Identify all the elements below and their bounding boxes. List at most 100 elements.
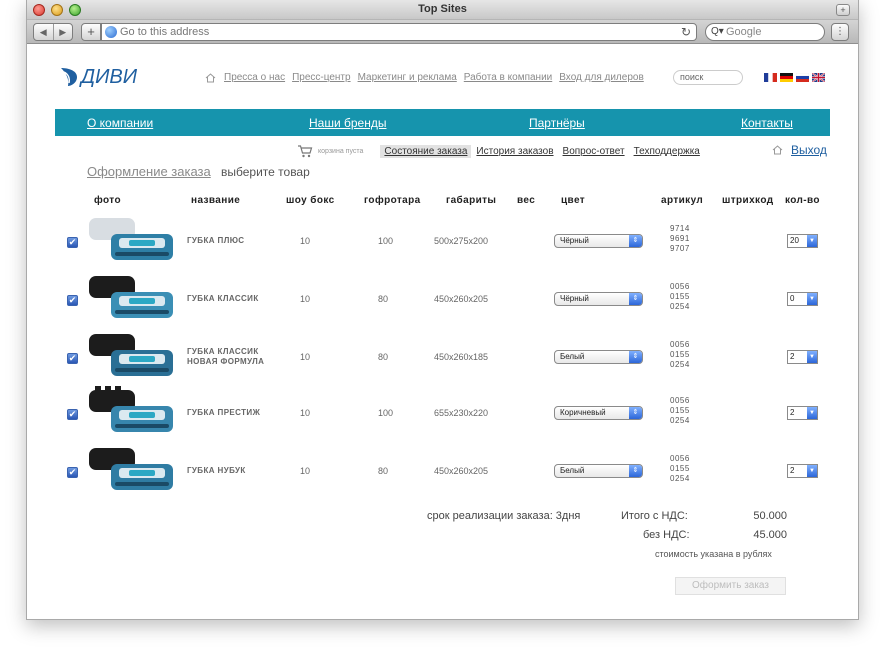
account-subnav: корзина пуста Состояние заказа История з… [297, 143, 705, 159]
link-careers[interactable]: Работа в компании [464, 72, 552, 83]
color-select[interactable]: Чёрный ⇕ [554, 234, 643, 248]
col-photo: фото [94, 195, 121, 206]
nav-contacts[interactable]: Контакты [741, 116, 793, 130]
quantity-value: 2 [790, 352, 795, 361]
flag-de-icon[interactable] [780, 73, 793, 82]
flag-fr-icon[interactable] [764, 73, 777, 82]
window-title: Top Sites [418, 3, 467, 15]
color-selected: Чёрный [560, 236, 589, 245]
link-marketing[interactable]: Маркетинг и реклама [358, 72, 457, 83]
color-selected: Белый [560, 352, 585, 361]
link-press-about[interactable]: Пресса о нас [224, 72, 285, 83]
chevron-updown-icon: ⇕ [629, 235, 642, 247]
toolbar-toggle-button[interactable]: + [836, 4, 850, 16]
site-logo[interactable]: ДИВИ [59, 63, 137, 91]
select-checkbox[interactable]: ✔ [67, 237, 78, 248]
article-code: 0056 [670, 340, 690, 349]
total-vat-value: 50.000 [753, 510, 787, 522]
color-selected: Коричневый [560, 408, 606, 417]
site-search-input[interactable]: поиск [673, 70, 743, 85]
product-image [89, 276, 173, 318]
tab-order-history[interactable]: История заказов [472, 145, 557, 158]
reload-icon[interactable]: ↻ [681, 24, 691, 40]
quantity-select[interactable]: 2 ▼ [787, 406, 818, 420]
color-select[interactable]: Белый ⇕ [554, 464, 643, 478]
product-name: ГУБКА ПЛЮС [187, 236, 244, 246]
forward-button[interactable]: ▶ [52, 24, 73, 40]
logout-link[interactable]: Выход [791, 143, 827, 157]
select-checkbox[interactable]: ✔ [67, 409, 78, 420]
article-code: 0155 [670, 292, 690, 301]
quantity-value: 20 [790, 236, 799, 245]
logo-text: ДИВИ [81, 65, 138, 88]
browser-window: Top Sites + ◀ ▶ + Go to this address ↻ Q… [26, 0, 859, 620]
order-term: срок реализации заказа: 3дня [427, 510, 581, 522]
article-code: 0254 [670, 416, 690, 425]
nav-brands[interactable]: Наши бренды [309, 116, 386, 130]
total-vat-label: Итого с НДС: [621, 510, 688, 522]
home-icon[interactable] [772, 145, 783, 155]
top-links: Пресса о нас Пресс-центр Маркетинг и рек… [205, 72, 651, 83]
chevron-updown-icon: ⇕ [629, 293, 642, 305]
article-code: 0254 [670, 474, 690, 483]
search-icon: Q▾ [711, 26, 724, 37]
select-checkbox[interactable]: ✔ [67, 467, 78, 478]
bookmarks-menu-button[interactable]: ⋮ [831, 23, 849, 41]
globe-icon [105, 26, 117, 38]
flag-gb-icon[interactable] [812, 73, 825, 82]
exit-area: Выход [772, 143, 827, 157]
quantity-select[interactable]: 2 ▼ [787, 464, 818, 478]
order-title[interactable]: Оформление заказа [87, 164, 211, 179]
product-name-line1: ГУБКА КЛАССИК [187, 294, 259, 303]
chevron-down-icon: ▼ [807, 351, 817, 363]
submit-order-button[interactable]: Оформить заказ [675, 577, 786, 595]
showbox-value: 10 [300, 466, 311, 476]
no-vat-label: без НДС: [643, 529, 690, 541]
color-select[interactable]: Чёрный ⇕ [554, 292, 643, 306]
history-buttons: ◀ ▶ [33, 23, 73, 41]
article-list: 9714 9691 9707 [670, 224, 690, 254]
article-code: 0056 [670, 454, 690, 463]
product-name: ГУБКА КЛАССИК НОВАЯ ФОРМУЛА [187, 347, 264, 367]
link-dealer-login[interactable]: Вход для дилеров [559, 72, 644, 83]
product-name: ГУБКА ПРЕСТИЖ [187, 408, 260, 418]
col-quantity: кол-во [785, 195, 820, 206]
product-row: ✔ ГУБКА КЛАССИК 10 80 450x260x205 Чёрный ⇕ 0056… [27, 268, 858, 326]
article-code: 0254 [670, 360, 690, 369]
showbox-value: 10 [300, 352, 311, 362]
dimensions-value: 450x260x185 [434, 352, 489, 362]
article-code: 0056 [670, 282, 690, 291]
quantity-value: 0 [790, 294, 795, 303]
cart-icon[interactable] [297, 144, 313, 158]
article-list: 0056 0155 0254 [670, 340, 690, 370]
carton-value: 100 [378, 236, 394, 246]
carton-value: 80 [378, 294, 389, 304]
cart-status: корзина пуста [318, 147, 364, 155]
tab-support[interactable]: Техподдержка [630, 145, 704, 158]
article-list: 0056 0155 0254 [670, 454, 690, 484]
address-placeholder: Go to this address [120, 26, 210, 38]
select-checkbox[interactable]: ✔ [67, 295, 78, 306]
select-checkbox[interactable]: ✔ [67, 353, 78, 364]
tab-order-status[interactable]: Состояние заказа [380, 144, 472, 158]
browser-search-input[interactable]: Q▾ Google [705, 23, 825, 41]
quantity-select[interactable]: 0 ▼ [787, 292, 818, 306]
no-vat-value: 45.000 [753, 529, 787, 541]
color-select[interactable]: Белый ⇕ [554, 350, 643, 364]
color-select[interactable]: Коричневый ⇕ [554, 406, 643, 420]
product-name-line1: ГУБКА ПЛЮС [187, 236, 245, 245]
nav-about[interactable]: О компании [87, 116, 153, 130]
flag-ru-icon[interactable] [796, 73, 809, 82]
back-button[interactable]: ◀ [34, 24, 53, 40]
address-bar[interactable]: Go to this address ↻ [101, 23, 697, 41]
link-press-center[interactable]: Пресс-центр [292, 72, 350, 83]
product-name: ГУБКА КЛАССИК [187, 294, 259, 304]
product-row: ✔ ГУБКА ПРЕСТИЖ 10 100 655x230x220 Коричневый… [27, 382, 858, 440]
tab-faq[interactable]: Вопрос-ответ [559, 145, 629, 158]
home-icon[interactable] [205, 72, 216, 83]
color-selected: Чёрный [560, 294, 589, 303]
quantity-select[interactable]: 2 ▼ [787, 350, 818, 364]
add-bookmark-button[interactable]: + [81, 23, 101, 41]
quantity-select[interactable]: 20 ▼ [787, 234, 818, 248]
nav-partners[interactable]: Партнёры [529, 116, 585, 130]
